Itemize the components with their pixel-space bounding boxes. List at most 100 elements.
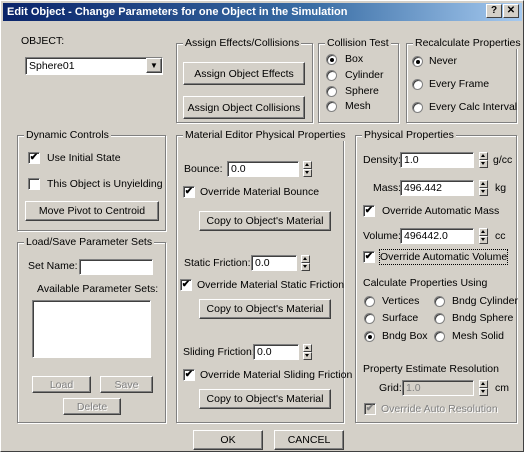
density-label: Density:	[363, 154, 401, 166]
delete-button[interactable]: Delete	[63, 398, 121, 415]
grid-input[interactable]	[402, 380, 474, 396]
volume-unit: cc	[495, 230, 506, 242]
density-spinner[interactable]	[479, 152, 488, 168]
override-bounce-checkbox[interactable]: ✔	[183, 186, 195, 198]
override-sliding-checkbox[interactable]: ✔	[183, 369, 195, 381]
recalc-every-interval-label: Every Calc Interval	[429, 101, 518, 113]
cancel-button[interactable]: CANCEL	[274, 430, 344, 450]
bounce-spinner[interactable]	[303, 161, 312, 177]
recalc-every-frame-label: Every Frame	[429, 78, 490, 90]
resolution-label: Property Estimate Resolution	[363, 363, 499, 375]
volume-input[interactable]	[400, 228, 474, 244]
grid-spinner[interactable]	[479, 380, 488, 396]
calc-bndg-box-radio[interactable]	[364, 331, 375, 342]
calc-vertices-label: Vertices	[382, 295, 420, 307]
bounce-label: Bounce:	[184, 163, 223, 175]
calculate-using-label: Calculate Properties Using	[363, 277, 488, 289]
copy-static-button[interactable]: Copy to Object's Material	[199, 299, 331, 319]
object-select[interactable]: Sphere01 ▼	[25, 57, 163, 75]
collision-mesh-radio[interactable]	[326, 101, 337, 112]
object-label: OBJECT:	[21, 35, 65, 47]
recalc-every-frame-radio[interactable]	[412, 79, 423, 90]
use-initial-state-label: Use Initial State	[47, 152, 121, 164]
density-unit: g/cc	[493, 154, 513, 166]
volume-spinner[interactable]	[479, 228, 488, 244]
set-name-label: Set Name:	[28, 260, 78, 272]
assign-group-label: Assign Effects/Collisions	[183, 37, 302, 49]
load-button[interactable]: Load	[32, 376, 91, 393]
calc-bndg-box-label: Bndg Box	[382, 330, 428, 342]
override-volume-label: Override Automatic Volume	[378, 249, 509, 265]
sliding-friction-spinner[interactable]	[303, 344, 312, 360]
copy-bounce-button[interactable]: Copy to Object's Material	[199, 211, 331, 231]
static-friction-spinner[interactable]	[301, 255, 310, 271]
override-volume-checkbox[interactable]: ✔	[363, 251, 375, 263]
override-sliding-label: Override Material Sliding Friction	[200, 369, 353, 381]
move-pivot-button[interactable]: Move Pivot to Centroid	[25, 201, 159, 221]
calc-mesh-solid-label: Mesh Solid	[452, 330, 504, 342]
copy-sliding-button[interactable]: Copy to Object's Material	[199, 389, 331, 409]
help-button[interactable]: ?	[486, 4, 502, 18]
bounce-input[interactable]	[227, 161, 299, 177]
calc-vertices-radio[interactable]	[364, 296, 375, 307]
override-resolution-label: Override Auto Resolution	[381, 403, 498, 415]
density-input[interactable]	[400, 152, 474, 168]
sliding-friction-input[interactable]	[253, 344, 299, 360]
recalc-every-interval-radio[interactable]	[412, 102, 423, 113]
volume-label: Volume:	[363, 230, 401, 242]
chevron-down-icon[interactable]: ▼	[146, 58, 162, 73]
collision-sphere-radio[interactable]	[326, 86, 337, 97]
mass-input[interactable]	[400, 180, 474, 196]
window-title: Edit Object - Change Parameters for one …	[7, 6, 348, 18]
load-save-label: Load/Save Parameter Sets	[24, 236, 155, 248]
override-static-label: Override Material Static Friction	[197, 279, 345, 291]
override-static-checkbox[interactable]: ✔	[180, 279, 192, 291]
use-initial-state-checkbox[interactable]: ✔	[28, 152, 40, 164]
physical-group-label: Physical Properties	[362, 129, 456, 141]
calc-bndg-cylinder-label: Bndg Cylinder	[452, 295, 518, 307]
mass-unit: kg	[495, 182, 507, 194]
save-button[interactable]: Save	[100, 376, 153, 393]
override-resolution-checkbox[interactable]: ✔	[364, 403, 376, 415]
static-friction-label: Static Friction:	[184, 257, 251, 269]
calc-bndg-sphere-radio[interactable]	[434, 313, 445, 324]
available-sets-label: Available Parameter Sets:	[37, 283, 159, 295]
calc-surface-label: Surface	[382, 312, 419, 324]
mass-label: Mass:	[373, 182, 402, 194]
calc-bndg-sphere-label: Bndg Sphere	[452, 312, 514, 324]
recalc-never-radio[interactable]	[412, 56, 423, 67]
collision-cylinder-radio[interactable]	[326, 70, 337, 81]
override-bounce-label: Override Material Bounce	[200, 186, 320, 198]
calc-bndg-cylinder-radio[interactable]	[434, 296, 445, 307]
assign-collisions-button[interactable]: Assign Object Collisions	[183, 96, 305, 119]
edit-object-dialog: Edit Object - Change Parameters for one …	[0, 0, 524, 452]
collision-box-label: Box	[345, 53, 364, 65]
material-group-label: Material Editor Physical Properties	[183, 129, 348, 141]
unyielding-checkbox[interactable]	[28, 178, 40, 190]
dynamic-controls-label: Dynamic Controls	[24, 129, 111, 141]
close-button[interactable]: ✕	[503, 4, 519, 18]
collision-mesh-label: Mesh	[345, 100, 371, 112]
collision-test-label: Collision Test	[325, 37, 391, 49]
collision-sphere-label: Sphere	[345, 85, 379, 97]
object-select-value: Sphere01	[29, 60, 75, 72]
collision-cylinder-label: Cylinder	[345, 69, 384, 81]
unyielding-label: This Object is Unyielding	[47, 178, 163, 190]
calc-mesh-solid-radio[interactable]	[434, 331, 445, 342]
override-mass-label: Override Automatic Mass	[382, 205, 500, 217]
override-mass-checkbox[interactable]: ✔	[363, 205, 375, 217]
grid-unit: cm	[495, 382, 509, 394]
parameter-sets-list[interactable]	[32, 300, 151, 358]
ok-button[interactable]: OK	[193, 430, 263, 450]
set-name-input[interactable]	[79, 259, 153, 275]
assign-effects-button[interactable]: Assign Object Effects	[183, 62, 305, 85]
close-icon: ✕	[506, 5, 516, 16]
static-friction-input[interactable]	[251, 255, 297, 271]
mass-spinner[interactable]	[479, 180, 488, 196]
recalc-never-label: Never	[429, 55, 458, 67]
title-bar: Edit Object - Change Parameters for one …	[3, 3, 522, 21]
sliding-friction-label: Sliding Friction:	[183, 346, 255, 358]
collision-box-radio[interactable]	[326, 54, 337, 65]
recalculate-label: Recalculate Properties	[413, 37, 523, 49]
calc-surface-radio[interactable]	[364, 313, 375, 324]
